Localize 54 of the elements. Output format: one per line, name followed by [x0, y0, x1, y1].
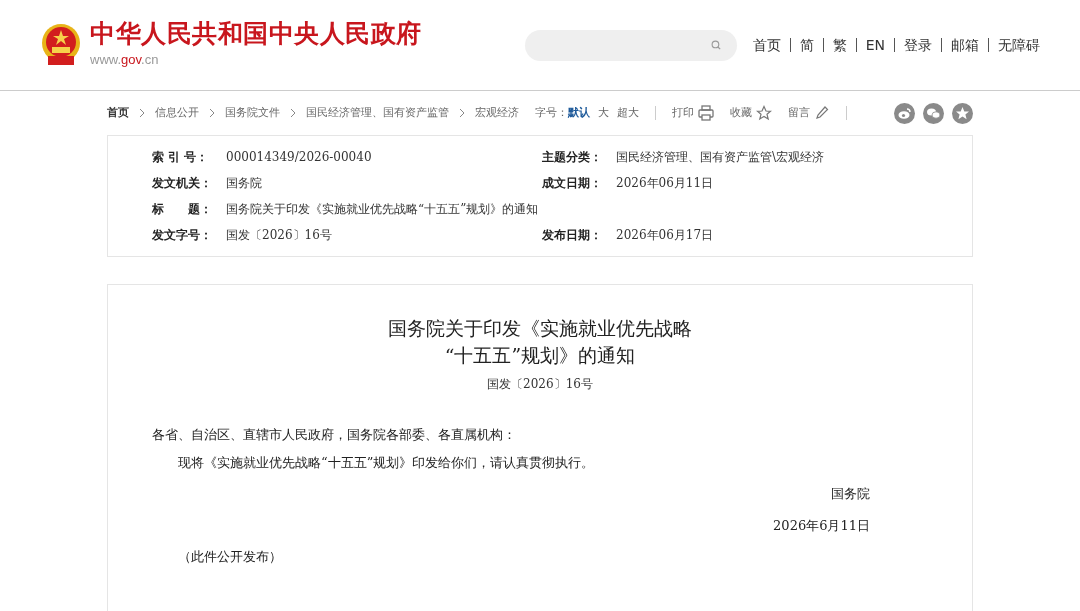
- breadcrumb-link[interactable]: 宏观经济: [475, 104, 519, 122]
- search-field[interactable]: [524, 29, 737, 61]
- site-title[interactable]: 中华人民共和国中央人民政府: [90, 20, 422, 46]
- field-value: 国务院关于印发《实施就业优先战略“十五五”规划》的通知: [226, 201, 539, 218]
- document-number: 国发〔2026〕16号: [486, 376, 594, 393]
- nav-link[interactable]: 简: [799, 34, 814, 56]
- font-size-option[interactable]: 大: [598, 104, 609, 122]
- nav-link[interactable]: 首页: [752, 34, 781, 56]
- font-size-label: 字号：: [535, 104, 568, 121]
- nav-link[interactable]: 邮箱: [951, 34, 979, 56]
- site-url[interactable]: www.gov.cn: [90, 49, 422, 70]
- field-value: 2026年06月11日: [616, 175, 714, 192]
- star-icon: [756, 105, 772, 121]
- document-title: 国务院关于印发《实施就业优先战略: [387, 316, 693, 341]
- field-label: 成文日期：: [542, 175, 603, 192]
- field-label: 发布日期：: [542, 227, 603, 244]
- field-value: 国发〔2026〕16号: [226, 227, 332, 244]
- chevron-icon: [209, 108, 215, 118]
- breadcrumb-link[interactable]: 信息公开: [155, 104, 199, 122]
- nav-link[interactable]: 无障碍: [998, 34, 1040, 56]
- paragraph: （此件公开发布）: [178, 549, 282, 564]
- pencil-icon: [814, 105, 830, 121]
- breadcrumb-link[interactable]: 国民经济管理、国有资产监管: [306, 104, 449, 122]
- breadcrumb-link[interactable]: 国务院文件: [225, 104, 280, 122]
- field-label: 主题分类：: [542, 149, 603, 166]
- national-emblem-icon: [40, 23, 82, 67]
- nav-link[interactable]: 登录: [904, 34, 932, 56]
- field-value: 国民经济管理、国有资产监管\宏观经济: [616, 149, 825, 166]
- chevron-icon: [459, 108, 465, 118]
- font-size-option[interactable]: 超大: [617, 104, 639, 122]
- font-size-option[interactable]: 默认: [568, 104, 590, 122]
- breadcrumb-link[interactable]: 首页: [107, 104, 129, 122]
- field-value: 000014349/2026-00040: [226, 149, 372, 166]
- field-label: 发文字号：: [152, 227, 213, 244]
- field-label: 发文机关：: [152, 175, 213, 192]
- comment-link[interactable]: 留言: [788, 104, 830, 122]
- nav-link[interactable]: 繁: [832, 34, 847, 56]
- paragraph: 现将《实施就业优先战略“十五五”规划》印发给你们，请认真贯彻执行。: [178, 454, 595, 470]
- chevron-icon: [139, 108, 145, 118]
- printer-icon: [698, 105, 714, 121]
- document-title: “十五五”规划》的通知: [443, 343, 637, 368]
- paragraph: 2026年6月11日: [773, 517, 870, 533]
- favorite-link[interactable]: 收藏: [730, 104, 772, 122]
- print-link[interactable]: 打印: [672, 104, 714, 122]
- chevron-icon: [290, 108, 296, 118]
- chat-bubbles-icon[interactable]: [923, 102, 944, 124]
- field-label: 索 引 号：: [152, 149, 210, 166]
- field-value: 国务院: [226, 175, 262, 192]
- field-label: 标 题：: [152, 201, 213, 218]
- weibo-icon[interactable]: [894, 102, 915, 124]
- paragraph: 国务院: [831, 486, 870, 501]
- nav-link[interactable]: EN: [865, 34, 885, 56]
- paragraph: 各省、自治区、直辖市人民政府，国务院各部委、各直属机构：: [152, 427, 516, 442]
- field-value: 2026年06月17日: [616, 227, 714, 244]
